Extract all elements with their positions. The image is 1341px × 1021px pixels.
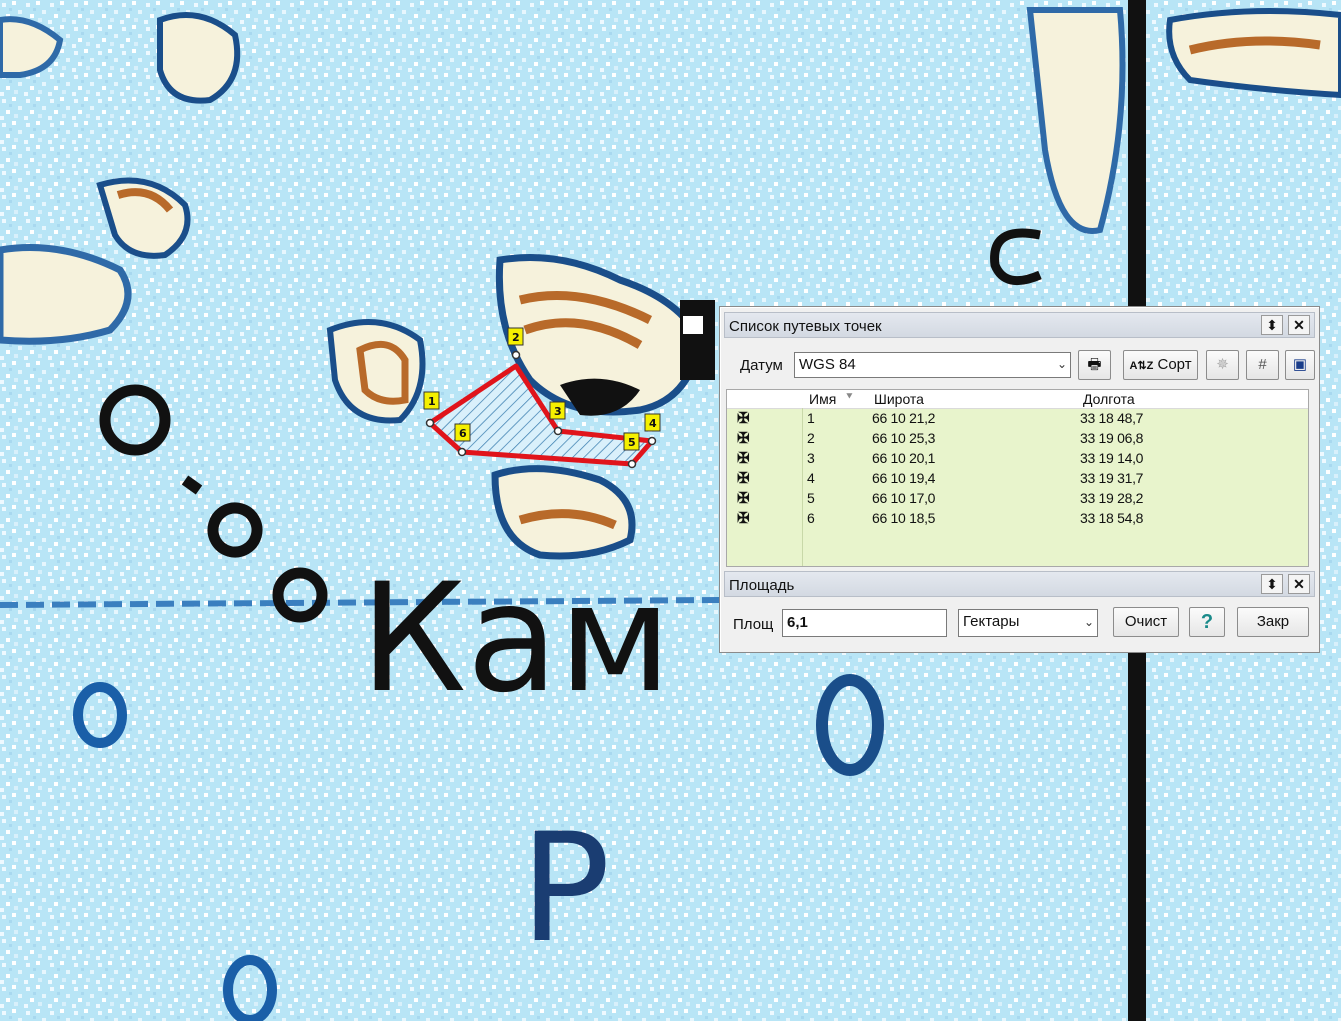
clear-button[interactable]: Очист (1113, 607, 1179, 637)
waypoint-icon: ✠ (737, 490, 750, 507)
table-row[interactable]: ✠ 4 66 10 19,4 33 19 31,7 (727, 469, 1308, 489)
sort-button[interactable]: A⇅Z Сорт (1123, 350, 1198, 380)
cell-name: 3 (807, 450, 815, 466)
chevron-down-icon: ⌄ (1056, 357, 1067, 371)
marker-label: 5 (628, 436, 636, 449)
area-value: 6,1 (787, 614, 808, 631)
area-titlebar[interactable]: Площадь ⬍ ✕ (724, 571, 1315, 597)
sort-label: Сорт (1157, 356, 1192, 373)
unit-select[interactable]: Гектары ⌄ (958, 609, 1098, 637)
sort-indicator-icon: ⯆ (845, 391, 854, 403)
marker-label: 4 (649, 417, 657, 430)
cell-lon: 33 19 14,0 (1080, 450, 1144, 466)
cell-name: 6 (807, 510, 815, 526)
waypoint-marker-3[interactable]: 3 (549, 401, 566, 420)
table-row[interactable]: ✠ 3 66 10 20,1 33 19 14,0 (727, 449, 1308, 469)
export-button[interactable]: ▣ (1285, 350, 1315, 380)
col-lon[interactable]: Долгота (1083, 391, 1135, 407)
star-tool-button[interactable]: ✵ (1206, 350, 1239, 380)
area-close-icon[interactable]: ✕ (1288, 574, 1310, 594)
waypoint-icon: ✠ (737, 430, 750, 447)
cell-lon: 33 19 06,8 (1080, 430, 1144, 446)
vertex-4 (647, 436, 657, 446)
waypoints-titlebar[interactable]: Список путевых точек ⬍ ✕ (724, 312, 1315, 338)
hash-icon: # (1258, 356, 1267, 373)
marker-label: 6 (459, 427, 467, 440)
table-row[interactable]: ✠ 6 66 10 18,5 33 18 54,8 (727, 509, 1308, 529)
datum-label: Датум (740, 357, 783, 374)
help-button[interactable]: ? (1189, 607, 1225, 637)
table-row[interactable]: ✠ 2 66 10 25,3 33 19 06,8 (727, 429, 1308, 449)
sort-az-icon: A⇅Z (1129, 360, 1154, 372)
export-icon: ▣ (1292, 356, 1308, 373)
cell-name: 4 (807, 470, 815, 486)
pin-icon[interactable]: ⬍ (1261, 315, 1283, 335)
close-area-button[interactable]: Закр (1237, 607, 1309, 637)
waypoint-icon: ✠ (737, 450, 750, 467)
marker-label: 3 (554, 405, 562, 418)
cell-name: 1 (807, 410, 815, 426)
area-value-field[interactable]: 6,1 (782, 609, 947, 637)
vertex-1 (425, 418, 435, 428)
col-lat[interactable]: Широта (874, 391, 924, 407)
vertex-3 (553, 426, 563, 436)
map-view-button[interactable]: 🖶 (1078, 350, 1111, 380)
cell-name: 2 (807, 430, 815, 446)
close-icon[interactable]: ✕ (1288, 315, 1310, 335)
table-row[interactable]: ✠ 5 66 10 17,0 33 19 28,2 (727, 489, 1308, 509)
unit-value: Гектары (963, 613, 1020, 630)
waypoint-marker-1[interactable]: 1 (423, 391, 440, 410)
waypoints-window: Список путевых точек ⬍ ✕ Датум WGS 84 ⌄ … (719, 306, 1320, 653)
datum-select[interactable]: WGS 84 ⌄ (794, 352, 1071, 378)
cell-lat: 66 10 21,2 (872, 410, 936, 426)
table-header: Имя ⯆ Широта Долгота (727, 390, 1308, 409)
marker-label: 1 (428, 395, 436, 408)
map-view-icon: 🖶 (1087, 356, 1102, 373)
cell-lat: 66 10 18,5 (872, 510, 936, 526)
cell-lon: 33 18 48,7 (1080, 410, 1144, 426)
vertex-5 (627, 459, 637, 469)
area-label: Площ (733, 616, 774, 633)
waypoint-marker-4[interactable]: 4 (644, 413, 661, 432)
marker-label: 2 (512, 331, 520, 344)
col-name[interactable]: Имя (809, 391, 836, 407)
waypoint-icon: ✠ (737, 510, 750, 527)
waypoint-icon: ✠ (737, 410, 750, 427)
cell-lon: 33 19 28,2 (1080, 490, 1144, 506)
waypoint-icon: ✠ (737, 470, 750, 487)
cell-lat: 66 10 17,0 (872, 490, 936, 506)
cell-lat: 66 10 25,3 (872, 430, 936, 446)
cell-name: 5 (807, 490, 815, 506)
area-pin-icon[interactable]: ⬍ (1261, 574, 1283, 594)
map-label-kam: Кам (360, 552, 672, 726)
vertex-2 (511, 350, 521, 360)
cell-lat: 66 10 19,4 (872, 470, 936, 486)
waypoint-marker-2[interactable]: 2 (507, 327, 524, 346)
cell-lon: 33 19 31,7 (1080, 470, 1144, 486)
area-title: Площадь (729, 577, 795, 594)
waypoints-title: Список путевых точек (729, 318, 882, 335)
chevron-down-icon: ⌄ (1083, 615, 1094, 629)
waypoint-marker-6[interactable]: 6 (454, 423, 471, 442)
datum-value: WGS 84 (799, 356, 856, 373)
cell-lat: 66 10 20,1 (872, 450, 936, 466)
star-icon: ✵ (1216, 356, 1229, 373)
cell-lon: 33 18 54,8 (1080, 510, 1144, 526)
table-row[interactable]: ✠ 1 66 10 21,2 33 18 48,7 (727, 409, 1308, 429)
waypoint-marker-5[interactable]: 5 (623, 432, 640, 451)
grid-tool-button[interactable]: # (1246, 350, 1279, 380)
map-label-p: Р (520, 802, 610, 976)
waypoints-table: Имя ⯆ Широта Долгота ✠ 1 66 10 21,2 33 18 4… (726, 389, 1309, 567)
vertex-6 (457, 447, 467, 457)
